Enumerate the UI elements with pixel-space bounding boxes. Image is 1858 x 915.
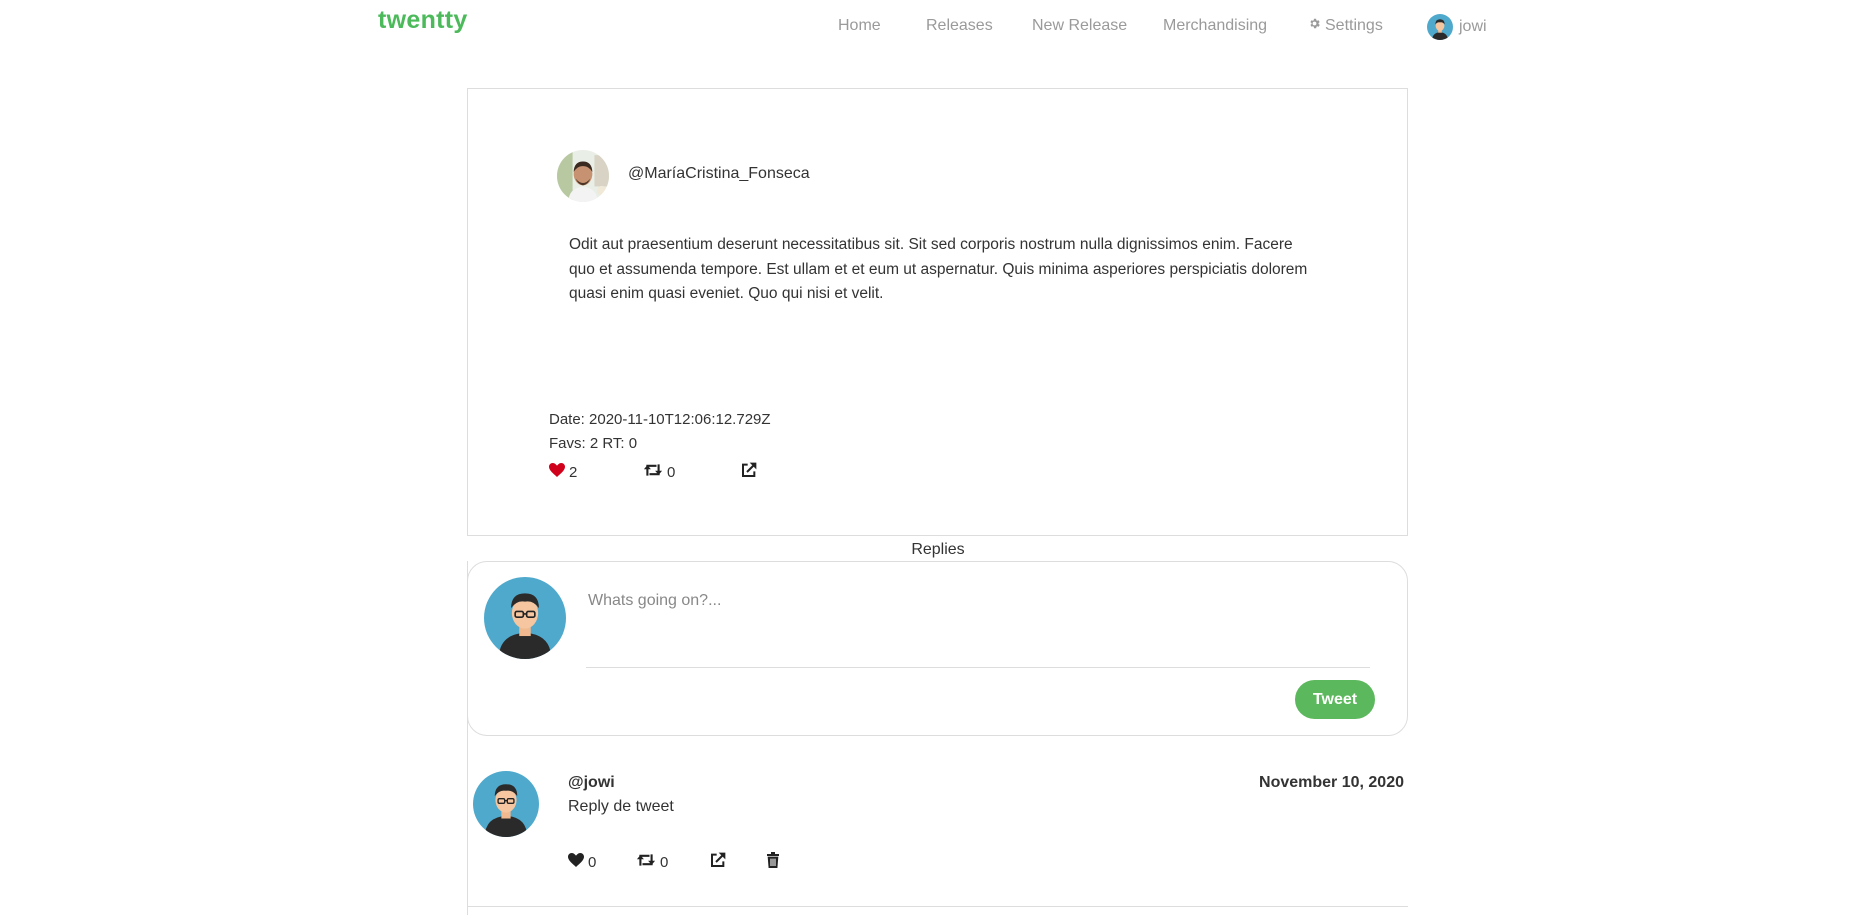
external-link-icon: [741, 462, 757, 482]
tweet-stats: Favs: 2 RT: 0: [549, 435, 638, 452]
favorite-count: 2: [569, 463, 578, 481]
tweet-button[interactable]: Tweet: [1295, 680, 1375, 719]
reply-favorite-button[interactable]: 0: [568, 853, 636, 871]
gear-icon: [1308, 17, 1321, 35]
delete-button[interactable]: [766, 852, 780, 872]
heart-icon: [549, 463, 565, 481]
author-handle[interactable]: @MaríaCristina_Fonseca: [628, 165, 810, 183]
reply-date: November 10, 2020: [1259, 774, 1404, 791]
share-button[interactable]: [741, 462, 757, 482]
nav-user-menu[interactable]: jowi: [1427, 14, 1487, 40]
nav-releases[interactable]: Releases: [926, 17, 993, 35]
retweet-icon: [636, 853, 656, 871]
retweet-button[interactable]: 0: [643, 463, 741, 481]
retweet-icon: [643, 463, 663, 481]
nav-new-release[interactable]: New Release: [1032, 17, 1127, 35]
reply-handle[interactable]: @jowi: [568, 774, 615, 792]
user-avatar: [1427, 14, 1453, 40]
compose-avatar: [484, 577, 566, 659]
reply-divider: [467, 906, 1408, 907]
reply-favorite-count: 0: [588, 853, 597, 871]
heart-icon: [568, 853, 584, 871]
reply-retweet-count: 0: [660, 853, 669, 871]
nav-home[interactable]: Home: [838, 17, 881, 35]
reply-actions: 0 0: [568, 852, 780, 872]
author-avatar[interactable]: [557, 150, 609, 202]
reply-text: Reply de tweet: [568, 798, 674, 815]
replies-heading: Replies: [911, 541, 965, 558]
external-link-icon: [710, 852, 726, 872]
brand-logo[interactable]: twentty: [378, 6, 468, 35]
trash-icon: [766, 852, 780, 872]
retweet-count: 0: [667, 463, 676, 481]
nav-user-name: jowi: [1459, 18, 1487, 35]
tweet-actions: 2 0: [549, 462, 757, 482]
nav-merchandising[interactable]: Merchandising: [1163, 17, 1267, 35]
tweet-body: Odit aut praesentium deserunt necessitat…: [569, 236, 1308, 302]
favorite-button[interactable]: 2: [549, 463, 643, 481]
reply-retweet-button[interactable]: 0: [636, 853, 710, 871]
reply-avatar[interactable]: [473, 771, 539, 837]
nav-settings[interactable]: Settings: [1308, 17, 1383, 35]
nav-settings-label: Settings: [1325, 17, 1383, 34]
reply-share-button[interactable]: [710, 852, 766, 872]
tweet-date: Date: 2020-11-10T12:06:12.729Z: [549, 411, 771, 428]
compose-input[interactable]: [586, 592, 1370, 668]
